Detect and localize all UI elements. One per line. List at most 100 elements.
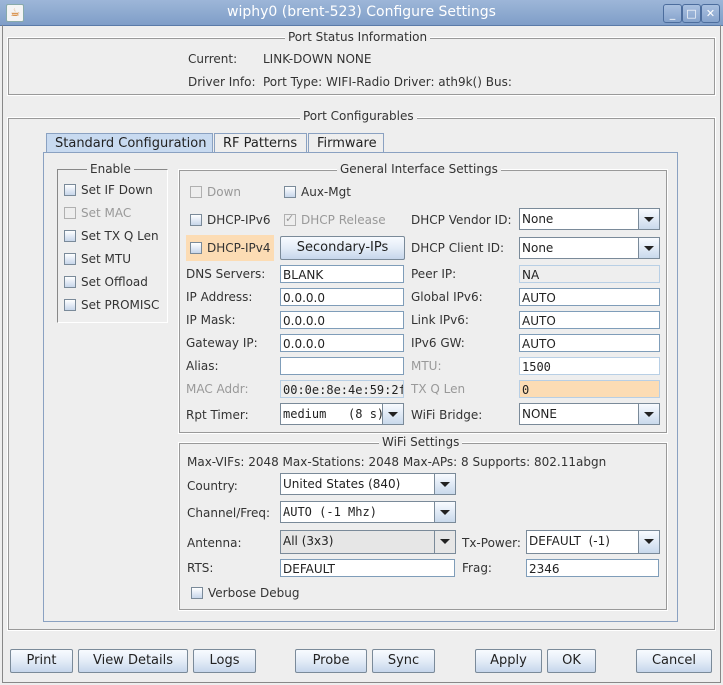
view-details-button[interactable]: View Details bbox=[78, 649, 188, 673]
dns-servers-input[interactable]: BLANK bbox=[280, 265, 404, 283]
port-status-legend: Port Status Information bbox=[285, 30, 431, 44]
wifi-bridge-select[interactable]: NONE bbox=[519, 403, 660, 425]
channel-freq-label: Channel/Freq: bbox=[187, 506, 271, 520]
probe-button[interactable]: Probe bbox=[295, 649, 367, 673]
set-mtu-checkbox[interactable] bbox=[64, 253, 76, 265]
tx-power-label: Tx-Power: bbox=[462, 536, 521, 550]
antenna-value: All (3x3) bbox=[283, 534, 334, 548]
dhcp-vendor-id-select[interactable]: None bbox=[519, 208, 660, 230]
chevron-down-icon[interactable] bbox=[638, 238, 659, 258]
dhcp-vendor-id-label: DHCP Vendor ID: bbox=[411, 213, 512, 227]
set-tx-q-len-checkbox[interactable] bbox=[64, 230, 76, 242]
chevron-down-icon[interactable] bbox=[434, 502, 455, 522]
close-icon[interactable]: ✕ bbox=[701, 4, 720, 23]
global-ipv6-input[interactable]: AUTO bbox=[519, 288, 660, 306]
ok-button[interactable]: OK bbox=[547, 649, 596, 673]
ip-mask-label: IP Mask: bbox=[186, 313, 236, 327]
dhcp-release-label: DHCP Release bbox=[301, 213, 386, 227]
print-button[interactable]: Print bbox=[10, 649, 73, 673]
dhcp-client-id-select[interactable]: None bbox=[519, 237, 660, 259]
window-title: wiphy0 (brent-523) Configure Settings bbox=[227, 4, 496, 20]
secondary-ips-button[interactable]: Secondary-IPs bbox=[280, 236, 405, 260]
driver-info-value: Port Type: WIFI-Radio Driver: ath9k() Bu… bbox=[263, 75, 512, 89]
rts-input[interactable]: DEFAULT bbox=[280, 559, 455, 577]
link-ipv6-input[interactable]: AUTO bbox=[519, 311, 660, 329]
country-label: Country: bbox=[187, 479, 238, 493]
tab-standard-configuration[interactable]: Standard Configuration bbox=[46, 133, 213, 152]
set-offload-label: Set Offload bbox=[81, 275, 148, 289]
dhcp-ipv4-checkbox[interactable] bbox=[190, 242, 202, 254]
dhcp-client-id-value: None bbox=[522, 241, 554, 255]
chevron-down-icon[interactable] bbox=[638, 531, 659, 553]
tx-q-len-label: TX Q Len bbox=[411, 382, 466, 396]
title-bar: ☕ wiphy0 (brent-523) Configure Settings … bbox=[0, 0, 723, 26]
chevron-down-icon[interactable] bbox=[382, 404, 403, 424]
current-value: LINK-DOWN NONE bbox=[263, 52, 372, 66]
current-label: Current: bbox=[188, 52, 238, 66]
channel-freq-value: AUTO (-1 Mhz) bbox=[283, 505, 377, 519]
aux-mgt-label: Aux-Mgt bbox=[301, 185, 351, 199]
peer-ip-label: Peer IP: bbox=[411, 267, 457, 281]
apply-button[interactable]: Apply bbox=[475, 649, 542, 673]
rpt-timer-label: Rpt Timer: bbox=[186, 408, 249, 422]
antenna-label: Antenna: bbox=[187, 536, 242, 550]
enable-legend: Enable bbox=[87, 162, 134, 176]
mac-addr-label: MAC Addr: bbox=[186, 382, 249, 396]
verbose-debug-checkbox[interactable] bbox=[191, 587, 203, 599]
dhcp-ipv6-checkbox[interactable] bbox=[190, 214, 202, 226]
rts-label: RTS: bbox=[187, 561, 214, 575]
set-tx-q-len-label: Set TX Q Len bbox=[81, 229, 159, 243]
frag-input[interactable]: 2346 bbox=[526, 559, 659, 577]
alias-input[interactable] bbox=[280, 357, 404, 375]
gateway-ip-label: Gateway IP: bbox=[186, 336, 258, 350]
cancel-button[interactable]: Cancel bbox=[636, 649, 712, 673]
chevron-down-icon[interactable] bbox=[434, 531, 455, 553]
set-offload-checkbox[interactable] bbox=[64, 276, 76, 288]
global-ipv6-label: Global IPv6: bbox=[411, 290, 483, 304]
chevron-down-icon[interactable] bbox=[434, 474, 455, 494]
wifi-bridge-value: NONE bbox=[522, 407, 557, 421]
wifi-settings-legend: WiFi Settings bbox=[379, 435, 463, 449]
mtu-input[interactable]: 1500 bbox=[519, 357, 660, 375]
ip-mask-input[interactable]: 0.0.0.0 bbox=[280, 311, 404, 329]
down-label: Down bbox=[207, 185, 242, 199]
chevron-down-icon[interactable] bbox=[638, 209, 659, 229]
dhcp-client-id-label: DHCP Client ID: bbox=[411, 241, 505, 255]
dns-servers-label: DNS Servers: bbox=[186, 267, 266, 281]
sync-button[interactable]: Sync bbox=[372, 649, 435, 673]
tx-power-value: DEFAULT (-1) bbox=[529, 534, 610, 548]
maximize-icon[interactable]: □ bbox=[682, 4, 701, 23]
tab-firmware[interactable]: Firmware bbox=[308, 133, 384, 152]
frag-label: Frag: bbox=[462, 561, 492, 575]
channel-freq-select[interactable]: AUTO (-1 Mhz) bbox=[280, 501, 456, 523]
peer-ip-input[interactable]: NA bbox=[519, 265, 660, 283]
driver-info-label: Driver Info: bbox=[188, 75, 256, 89]
minimize-icon[interactable]: _ bbox=[663, 4, 682, 23]
tx-power-select[interactable]: DEFAULT (-1) bbox=[526, 530, 660, 554]
down-checkbox[interactable] bbox=[190, 186, 202, 198]
country-select[interactable]: United States (840) bbox=[280, 473, 456, 495]
set-mac-label: Set MAC bbox=[81, 206, 132, 220]
general-interface-legend: General Interface Settings bbox=[337, 162, 501, 176]
mac-addr-input[interactable]: 00:0e:8e:4e:59:2f bbox=[280, 380, 404, 398]
aux-mgt-checkbox[interactable] bbox=[284, 186, 296, 198]
set-mac-checkbox[interactable] bbox=[64, 207, 76, 219]
logs-button[interactable]: Logs bbox=[193, 649, 256, 673]
dhcp-vendor-id-value: None bbox=[522, 212, 554, 226]
dhcp-release-checkbox[interactable] bbox=[284, 212, 296, 226]
rpt-timer-select[interactable]: medium (8 s) bbox=[280, 403, 404, 425]
set-promisc-label: Set PROMISC bbox=[81, 298, 160, 312]
tab-rf-patterns[interactable]: RF Patterns bbox=[214, 133, 307, 152]
antenna-select[interactable]: All (3x3) bbox=[280, 530, 456, 554]
verbose-debug-label: Verbose Debug bbox=[208, 586, 300, 600]
set-if-down-checkbox[interactable] bbox=[64, 184, 76, 196]
link-ipv6-label: Link IPv6: bbox=[411, 313, 469, 327]
ip-address-input[interactable]: 0.0.0.0 bbox=[280, 288, 404, 306]
ip-address-label: IP Address: bbox=[186, 290, 253, 304]
ipv6-gw-input[interactable]: AUTO bbox=[519, 334, 660, 352]
set-mtu-label: Set MTU bbox=[81, 252, 131, 266]
chevron-down-icon[interactable] bbox=[638, 404, 659, 424]
tx-q-len-input[interactable]: 0 bbox=[519, 380, 660, 398]
set-promisc-checkbox[interactable] bbox=[64, 299, 76, 311]
gateway-ip-input[interactable]: 0.0.0.0 bbox=[280, 334, 404, 352]
